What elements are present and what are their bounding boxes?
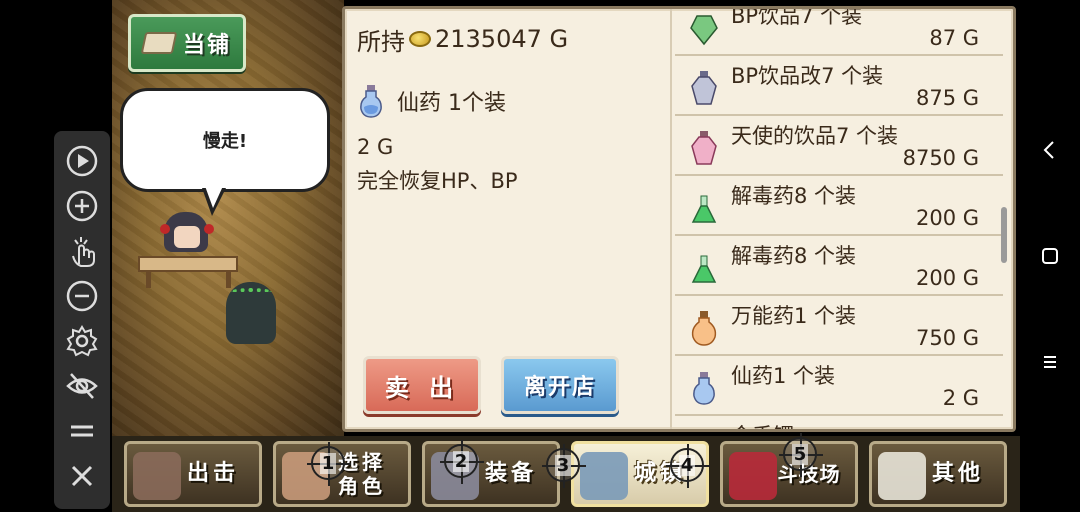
touch-marker-2: 2 — [440, 440, 484, 484]
tab-select-character[interactable]: 选择 角色 — [273, 441, 411, 507]
zoom-in-icon[interactable] — [64, 188, 100, 224]
hair-bow-left — [160, 224, 170, 234]
shop-panel: 所持 2135047 G 仙药 1个装 2 G 完全恢复HP、BP 卖 出 离开… — [342, 6, 1016, 432]
bracelet-icon — [689, 430, 719, 432]
shopkeeper-face — [174, 226, 200, 248]
speech-bubble-tail-inner — [205, 186, 223, 208]
tab-sortie[interactable]: 出击 — [124, 441, 262, 507]
town-art-icon — [580, 452, 628, 500]
tab-label: 出击 — [186, 460, 239, 486]
scroll-art-icon — [878, 452, 926, 500]
zoom-out-icon[interactable] — [64, 278, 100, 314]
tab-equipment[interactable]: 装备 — [422, 441, 560, 507]
selected-item-row: 仙药 1个装 — [357, 81, 657, 121]
item-name: 仙药1 个装 — [731, 364, 836, 388]
item-price: 8750 G — [902, 146, 979, 170]
close-icon[interactable] — [64, 458, 100, 494]
eye-off-icon[interactable] — [64, 368, 100, 404]
item-price: 2 G — [942, 386, 979, 410]
sword-art-icon — [729, 452, 777, 500]
tab-label: 选择 角色 — [338, 450, 386, 498]
green-bottle-icon — [690, 15, 718, 46]
shop-counter — [138, 256, 238, 272]
item-price: 87 G — [929, 26, 979, 50]
list-item[interactable]: 解毒药8 个装 200 G — [675, 236, 1003, 296]
item-name: 解毒药8 个装 — [731, 244, 857, 268]
tab-other[interactable]: 其他 — [869, 441, 1007, 507]
touch-marker-1: 1 — [307, 442, 351, 486]
floating-toolbar — [54, 131, 110, 509]
home-icon[interactable] — [1036, 242, 1064, 270]
item-info: 所持 2135047 G 仙药 1个装 2 G 完全恢复HP、BP — [357, 21, 657, 195]
counter-leg-left — [146, 270, 151, 288]
blue-vial-icon — [360, 85, 382, 118]
sortie-art-icon — [133, 452, 181, 500]
money-label: 所持 — [357, 27, 405, 56]
recents-icon[interactable] — [1036, 348, 1064, 376]
marker-number: 5 — [791, 443, 809, 465]
selected-item-name: 仙药 1个装 — [397, 91, 506, 116]
speech-text: 慢走! — [202, 131, 248, 152]
player-wreath — [230, 288, 272, 296]
play-icon[interactable] — [64, 143, 100, 179]
item-price: 200 G — [915, 206, 979, 230]
selected-item-price: 2 G — [357, 135, 394, 159]
list-scrollbar[interactable] — [1001, 207, 1007, 263]
pawnshop-button[interactable]: 当铺 — [128, 14, 246, 72]
sell-button[interactable]: 卖 出 — [363, 356, 481, 414]
touch-marker-4: 4 — [666, 444, 710, 488]
panel-divider — [670, 9, 672, 429]
coin-icon — [409, 31, 431, 47]
list-item[interactable]: 金手镯 — [675, 416, 1003, 432]
tap-icon[interactable] — [64, 233, 100, 269]
item-name: 解毒药8 个装 — [731, 184, 857, 208]
item-name: BP饮品改7 个装 — [731, 64, 884, 88]
hair-bow-right — [204, 224, 214, 234]
tab-label: 装备 — [484, 460, 537, 486]
touch-marker-3: 3 — [542, 444, 586, 488]
marker-number: 3 — [554, 454, 572, 476]
selected-item-description: 完全恢复HP、BP — [357, 169, 518, 193]
back-icon[interactable] — [1036, 136, 1064, 164]
money-bag-icon — [140, 32, 178, 54]
item-price: 200 G — [915, 266, 979, 290]
list-item[interactable]: 解毒药8 个装 200 G — [675, 176, 1003, 236]
gear-icon[interactable] — [64, 323, 100, 359]
marker-number: 1 — [319, 452, 337, 474]
leave-shop-button[interactable]: 离开店 — [501, 356, 619, 414]
list-item[interactable]: BP饮品改7 个装 875 G — [675, 56, 1003, 116]
pawnshop-label: 当铺 — [182, 33, 231, 58]
orange-bottle-icon — [691, 311, 717, 346]
pink-bottle-icon — [691, 131, 717, 165]
touch-marker-5: 5 — [779, 433, 823, 477]
player-sprite — [222, 282, 282, 348]
list-item[interactable]: BP饮品7 个装 87 G — [675, 6, 1003, 56]
silver-bottle-icon — [691, 71, 717, 105]
tab-label: 其他 — [931, 460, 984, 486]
item-price: 875 G — [915, 86, 979, 110]
item-name: 万能药1 个装 — [731, 304, 857, 328]
item-list: BP饮品7 个装 87 G BP饮品改7 个装 875 G 天使的饮品7 个装 … — [675, 6, 1003, 432]
money-row: 所持 2135047 G — [357, 21, 657, 57]
item-name: 天使的饮品7 个装 — [731, 124, 899, 148]
list-item[interactable]: 仙药1 个装 2 G — [675, 356, 1003, 416]
menu-icon[interactable] — [64, 413, 100, 449]
blue-vial-icon — [693, 372, 715, 405]
item-price: 750 G — [915, 326, 979, 350]
speech-bubble: 慢走! — [120, 88, 330, 192]
green-flask-icon — [691, 195, 717, 223]
money-value: 2135047 G — [435, 25, 569, 53]
marker-number: 2 — [452, 450, 470, 472]
marker-number: 4 — [678, 454, 696, 476]
green-flask-icon — [691, 255, 717, 283]
item-name: 金手镯 — [731, 420, 794, 429]
list-item[interactable]: 万能药1 个装 750 G — [675, 296, 1003, 356]
item-name: BP饮品7 个装 — [731, 6, 863, 28]
list-item[interactable]: 天使的饮品7 个装 8750 G — [675, 116, 1003, 176]
